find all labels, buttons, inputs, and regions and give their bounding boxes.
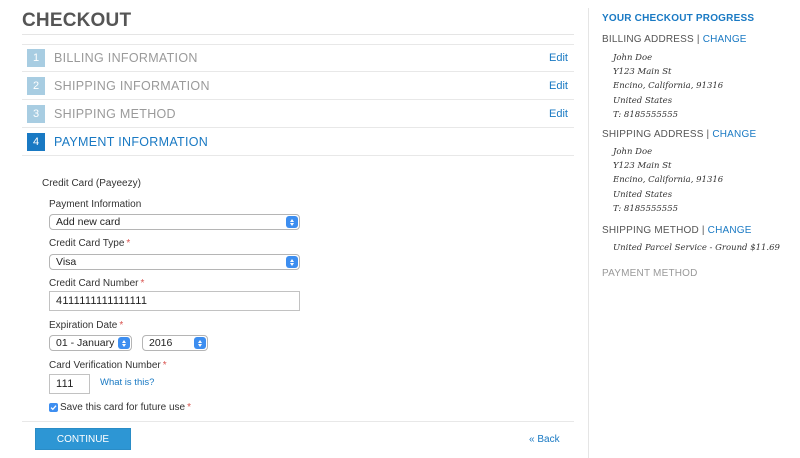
step-number: 2: [27, 76, 45, 95]
payment-info-value: Add new card: [56, 216, 121, 228]
cvv-input[interactable]: 111: [49, 374, 90, 394]
sidebar-divider: [588, 8, 589, 458]
select-arrows-icon: [286, 256, 298, 268]
cvv-help-link[interactable]: What is this?: [100, 377, 154, 388]
continue-button[interactable]: CONTINUE: [35, 428, 131, 450]
save-card-label-text: Save this card for future use: [60, 402, 186, 413]
address-line: John Doe: [613, 147, 653, 157]
card-number-label: Credit Card Number *: [49, 278, 144, 289]
address-line: Encino, California, 91316: [613, 175, 724, 186]
address-line: T: 8185555555: [613, 203, 679, 214]
card-number-input[interactable]: 4111111111111111: [49, 291, 300, 311]
select-arrows-icon: [118, 337, 130, 349]
payment-info-label: Payment Information: [49, 199, 142, 210]
checkout-steps: 1 BILLING INFORMATION Edit 2 SHIPPING IN…: [22, 44, 574, 156]
step-number: 1: [27, 49, 45, 67]
payment-info-select[interactable]: Add new card: [49, 214, 300, 230]
cvv-label: Card Verification Number *: [49, 360, 167, 371]
card-type-select[interactable]: Visa: [49, 254, 300, 270]
shipping-address-heading-text: SHIPPING ADDRESS |: [602, 129, 710, 140]
shipping-method-heading-text: SHIPPING METHOD |: [602, 225, 705, 236]
address-line: Encino, California, 91316: [613, 81, 724, 92]
change-billing-link[interactable]: CHANGE: [703, 34, 747, 45]
step-shipping-information: 2 SHIPPING INFORMATION Edit: [22, 72, 574, 100]
step-number: 4: [27, 132, 45, 151]
select-arrows-icon: [286, 216, 298, 228]
save-card-label: Save this card for future use *: [60, 402, 191, 413]
address-line: John Doe: [613, 53, 653, 63]
address-line: Y123 Main St: [613, 67, 672, 78]
card-type-value: Visa: [56, 256, 77, 268]
edit-shipping-link[interactable]: Edit: [549, 80, 568, 92]
expiration-month-value: 01 - January: [56, 337, 115, 349]
card-type-label: Credit Card Type *: [49, 238, 130, 249]
shipping-method-heading: SHIPPING METHOD | CHANGE: [602, 225, 752, 236]
card-number-label-text: Credit Card Number: [49, 278, 139, 289]
required-asterisk: *: [119, 320, 124, 331]
address-line: Y123 Main St: [613, 161, 672, 172]
card-type-label-text: Credit Card Type: [49, 238, 125, 249]
expiration-year-select[interactable]: 2016: [142, 335, 208, 351]
change-shipping-link[interactable]: CHANGE: [712, 129, 756, 140]
step-label: BILLING INFORMATION: [54, 51, 198, 65]
step-billing-information: 1 BILLING INFORMATION Edit: [22, 44, 574, 72]
cvv-label-text: Card Verification Number: [49, 360, 161, 371]
change-shipping-method-link[interactable]: CHANGE: [708, 225, 752, 236]
form-divider: [22, 421, 574, 422]
address-line: T: 8185555555: [613, 109, 679, 120]
shipping-address: John Doe Y123 Main St Encino, California…: [613, 145, 723, 216]
checkmark-icon: [50, 405, 57, 411]
required-asterisk: *: [187, 402, 191, 413]
step-label: SHIPPING INFORMATION: [54, 78, 210, 93]
required-asterisk: *: [126, 238, 131, 249]
required-asterisk: *: [162, 360, 167, 371]
address-line: United States: [613, 189, 673, 200]
title-divider: [22, 34, 574, 35]
sidebar-title: YOUR CHECKOUT PROGRESS: [602, 13, 755, 24]
payment-method-title: Credit Card (Payeezy): [42, 178, 141, 189]
billing-address-heading-text: BILLING ADDRESS |: [602, 34, 700, 45]
payment-method-heading: PAYMENT METHOD: [602, 268, 698, 279]
expiration-year-value: 2016: [149, 337, 173, 349]
expiration-month-select[interactable]: 01 - January: [49, 335, 132, 351]
required-asterisk: *: [140, 278, 145, 289]
step-label: SHIPPING METHOD: [54, 106, 176, 121]
shipping-method-value: United Parcel Service - Ground $11.69: [613, 243, 780, 253]
shipping-address-heading: SHIPPING ADDRESS | CHANGE: [602, 129, 756, 140]
address-line: United States: [613, 95, 673, 106]
step-number: 3: [27, 104, 45, 123]
step-label: PAYMENT INFORMATION: [54, 134, 209, 149]
save-card-checkbox[interactable]: [49, 403, 58, 412]
step-payment-information: 4 PAYMENT INFORMATION: [22, 128, 574, 156]
expiration-label: Expiration Date *: [49, 320, 123, 331]
edit-shipping-method-link[interactable]: Edit: [549, 108, 568, 120]
back-link[interactable]: « Back: [529, 434, 560, 445]
billing-address: John Doe Y123 Main St Encino, California…: [613, 51, 723, 122]
expiration-label-text: Expiration Date: [49, 320, 118, 331]
page-title: CHECKOUT: [22, 10, 132, 31]
step-shipping-method: 3 SHIPPING METHOD Edit: [22, 100, 574, 128]
select-arrows-icon: [194, 337, 206, 349]
edit-billing-link[interactable]: Edit: [549, 52, 568, 64]
billing-address-heading: BILLING ADDRESS | CHANGE: [602, 34, 747, 45]
